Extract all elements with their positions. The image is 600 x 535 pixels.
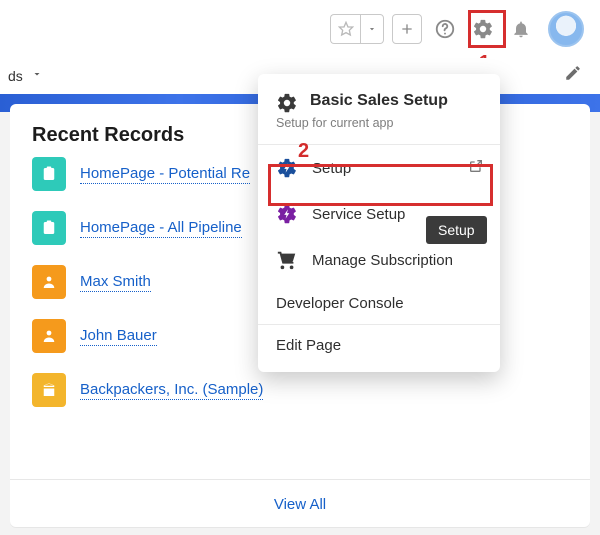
record-link[interactable]: HomePage - All Pipeline	[80, 219, 242, 238]
menu-item-manage-subscription[interactable]: Manage Subscription	[258, 237, 500, 283]
global-header	[0, 0, 600, 58]
favorite-dropdown-icon[interactable]	[360, 14, 384, 44]
gear-bolt-purple-icon	[276, 203, 298, 225]
cart-icon	[276, 249, 298, 271]
record-link[interactable]: Max Smith	[80, 273, 151, 292]
record-link[interactable]: John Bauer	[80, 327, 157, 346]
menu-item-label: Service Setup	[312, 206, 405, 223]
help-button[interactable]	[430, 14, 460, 44]
record-row[interactable]: Backpackers, Inc. (Sample)	[32, 373, 568, 407]
pencil-icon	[564, 64, 582, 82]
menu-item-label: Developer Console	[276, 295, 404, 312]
gear-bolt-blue-icon	[276, 157, 298, 179]
dashboard-icon	[32, 211, 66, 245]
menu-item-service-setup[interactable]: Service Setup	[258, 191, 500, 237]
setup-menu: Basic Sales Setup Setup for current app …	[258, 74, 500, 372]
chevron-down-icon[interactable]	[31, 67, 43, 85]
bell-icon	[511, 19, 531, 39]
notifications-button[interactable]	[506, 14, 536, 44]
plus-icon	[399, 21, 415, 37]
favorite-icon[interactable]	[330, 14, 360, 44]
menu-item-label: Edit Page	[276, 337, 341, 354]
question-icon	[434, 18, 456, 40]
contact-icon	[32, 265, 66, 299]
menu-section-header[interactable]: Basic Sales Setup	[258, 88, 500, 114]
record-link[interactable]: HomePage - Potential Re	[80, 165, 250, 184]
account-icon	[32, 373, 66, 407]
menu-section-subtitle: Setup for current app	[258, 114, 500, 144]
dashboard-icon	[32, 157, 66, 191]
menu-item-setup[interactable]: Setup	[258, 145, 500, 191]
menu-item-label: Setup	[312, 160, 351, 177]
gear-icon	[472, 18, 494, 40]
menu-item-label: Manage Subscription	[312, 252, 453, 269]
edit-page-button[interactable]	[564, 64, 582, 87]
nav-item-label[interactable]: ds	[8, 68, 23, 84]
menu-section-title: Basic Sales Setup	[310, 92, 448, 110]
record-link[interactable]: Backpackers, Inc. (Sample)	[80, 381, 263, 400]
global-actions-button[interactable]	[392, 14, 422, 44]
user-avatar[interactable]	[548, 11, 584, 47]
menu-item-developer-console[interactable]: Developer Console	[258, 283, 500, 324]
view-all-link[interactable]: View All	[10, 479, 590, 527]
favorite-split-button[interactable]	[330, 14, 384, 44]
setup-gear-button[interactable]	[468, 14, 498, 44]
contact-icon	[32, 319, 66, 353]
menu-item-edit-page[interactable]: Edit Page	[258, 325, 500, 366]
gear-icon	[276, 92, 298, 114]
open-external-icon	[468, 158, 484, 178]
